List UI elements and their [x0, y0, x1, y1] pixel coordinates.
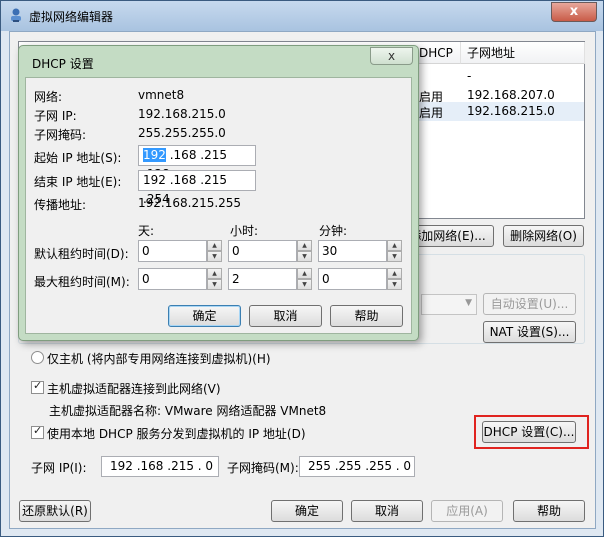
- title-bar[interactable]: 虚拟网络编辑器 x: [1, 1, 603, 31]
- row-3-dhcp: 启用: [419, 106, 444, 120]
- broadcast-value: 192.168.215.255: [138, 196, 242, 210]
- start-ip-label: 起始 IP 地址(S):: [34, 151, 122, 165]
- start-ip-input[interactable]: 192 .168 .215 .128: [138, 145, 256, 181]
- chevron-down-icon: ▼: [465, 298, 472, 308]
- spin-up-icon[interactable]: ▲: [207, 240, 222, 251]
- host-only-radio[interactable]: [31, 351, 44, 364]
- minutes-label: 分钟:: [319, 224, 348, 238]
- close-icon: x: [569, 4, 579, 19]
- subnet-ip-input[interactable]: 192 .168 .215 . 0: [101, 456, 219, 477]
- default-lease-days-spinner[interactable]: 0 ▲ ▼: [138, 240, 222, 262]
- subnet-ip-label: 子网 IP(I):: [31, 461, 87, 475]
- cancel-button[interactable]: 取消: [351, 500, 423, 522]
- column-header-subnet[interactable]: 子网地址: [461, 42, 585, 64]
- spin-up-icon[interactable]: ▲: [297, 240, 312, 251]
- spin-up-icon[interactable]: ▲: [297, 268, 312, 279]
- default-lease-label: 默认租约时间(D):: [34, 247, 129, 261]
- max-lease-label: 最大租约时间(M):: [34, 275, 130, 289]
- host-only-label: 仅主机 (将内部专用网络连接到虚拟机)(H): [47, 352, 271, 366]
- default-lease-minutes-value[interactable]: 30: [318, 240, 387, 262]
- dialog-ok-button[interactable]: 确定: [168, 305, 241, 327]
- max-lease-days-value[interactable]: 0: [138, 268, 207, 290]
- spin-up-icon[interactable]: ▲: [207, 268, 222, 279]
- subnet-ip-value: 192.168.215.0: [138, 107, 226, 121]
- spin-down-icon[interactable]: ▼: [297, 279, 312, 290]
- max-lease-hours-spinner[interactable]: 2 ▲ ▼: [228, 268, 312, 290]
- default-lease-days-value[interactable]: 0: [138, 240, 207, 262]
- help-button[interactable]: 帮助: [513, 500, 585, 522]
- spin-down-icon[interactable]: ▼: [387, 251, 402, 262]
- window-title: 虚拟网络编辑器: [29, 10, 114, 24]
- dhcp-settings-dialog: DHCP 设置 x 网络: vmnet8 子网 IP: 192.168.215.…: [18, 45, 419, 341]
- row-2-subnet: 192.168.207.0: [467, 88, 555, 102]
- start-ip-first-octet: 192: [143, 148, 166, 162]
- default-lease-hours-spinner[interactable]: 0 ▲ ▼: [228, 240, 312, 262]
- subnet-mask-label: 子网掩码:: [34, 128, 87, 142]
- max-lease-days-spinner[interactable]: 0 ▲ ▼: [138, 268, 222, 290]
- broadcast-label: 传播地址:: [34, 198, 87, 212]
- adapter-name-text: 主机虚拟适配器名称: VMware 网络适配器 VMnet8: [49, 404, 327, 418]
- end-ip-input[interactable]: 192 .168 .215 .254: [138, 170, 256, 206]
- dialog-cancel-button[interactable]: 取消: [249, 305, 322, 327]
- dialog-client: 网络: vmnet8 子网 IP: 192.168.215.0 子网掩码: 25…: [25, 77, 412, 334]
- spin-up-icon[interactable]: ▲: [387, 268, 402, 279]
- days-label: 天:: [138, 224, 155, 238]
- dialog-help-button[interactable]: 帮助: [330, 305, 403, 327]
- max-lease-minutes-value[interactable]: 0: [318, 268, 387, 290]
- subnet-mask-label: 子网掩码(M):: [227, 461, 299, 475]
- max-lease-minutes-spinner[interactable]: 0 ▲ ▼: [318, 268, 402, 290]
- spin-up-icon[interactable]: ▲: [387, 240, 402, 251]
- network-value: vmnet8: [138, 88, 185, 102]
- row-3-subnet: 192.168.215.0: [467, 104, 555, 118]
- column-header-dhcp[interactable]: DHCP: [413, 42, 461, 64]
- default-lease-minutes-spinner[interactable]: 30 ▲ ▼: [318, 240, 402, 262]
- nat-settings-button[interactable]: NAT 设置(S)...: [483, 321, 576, 343]
- subnet-ip-label: 子网 IP:: [34, 109, 77, 123]
- subnet-mask-input[interactable]: 255 .255 .255 . 0: [299, 456, 415, 477]
- max-lease-hours-value[interactable]: 2: [228, 268, 297, 290]
- spin-down-icon[interactable]: ▼: [297, 251, 312, 262]
- app-icon: [11, 8, 21, 22]
- window-close-button[interactable]: x: [551, 2, 597, 22]
- use-dhcp-checkbox[interactable]: [31, 424, 44, 439]
- ok-button[interactable]: 确定: [271, 500, 343, 522]
- dhcp-settings-button[interactable]: DHCP 设置(C)...: [482, 421, 576, 443]
- spin-down-icon[interactable]: ▼: [387, 279, 402, 290]
- hours-label: 小时:: [230, 224, 259, 238]
- default-lease-hours-value[interactable]: 0: [228, 240, 297, 262]
- dialog-title: DHCP 设置: [32, 57, 94, 71]
- subnet-mask-value: 255.255.255.0: [138, 126, 226, 140]
- close-icon: x: [387, 49, 396, 63]
- bridge-target-select[interactable]: ▼: [421, 294, 477, 315]
- use-dhcp-label: 使用本地 DHCP 服务分发到虚拟机的 IP 地址(D): [47, 427, 306, 441]
- network-label: 网络:: [34, 90, 63, 104]
- row-1-subnet: -: [467, 69, 472, 83]
- remove-network-button[interactable]: 删除网络(O): [503, 225, 584, 247]
- apply-button[interactable]: 应用(A): [431, 500, 503, 522]
- spin-down-icon[interactable]: ▼: [207, 251, 222, 262]
- auto-settings-button[interactable]: 自动设置(U)...: [483, 293, 576, 315]
- dialog-close-button[interactable]: x: [370, 47, 413, 65]
- end-ip-label: 结束 IP 地址(E):: [34, 175, 122, 189]
- connect-adapter-checkbox[interactable]: [31, 379, 44, 394]
- virtual-network-editor-window: 虚拟网络编辑器 x DHCP 子网地址 - 启用 192.168.207.0 启…: [0, 0, 604, 537]
- restore-defaults-button[interactable]: 还原默认(R): [19, 500, 91, 522]
- connect-adapter-label: 主机虚拟适配器连接到此网络(V): [47, 382, 221, 396]
- spin-down-icon[interactable]: ▼: [207, 279, 222, 290]
